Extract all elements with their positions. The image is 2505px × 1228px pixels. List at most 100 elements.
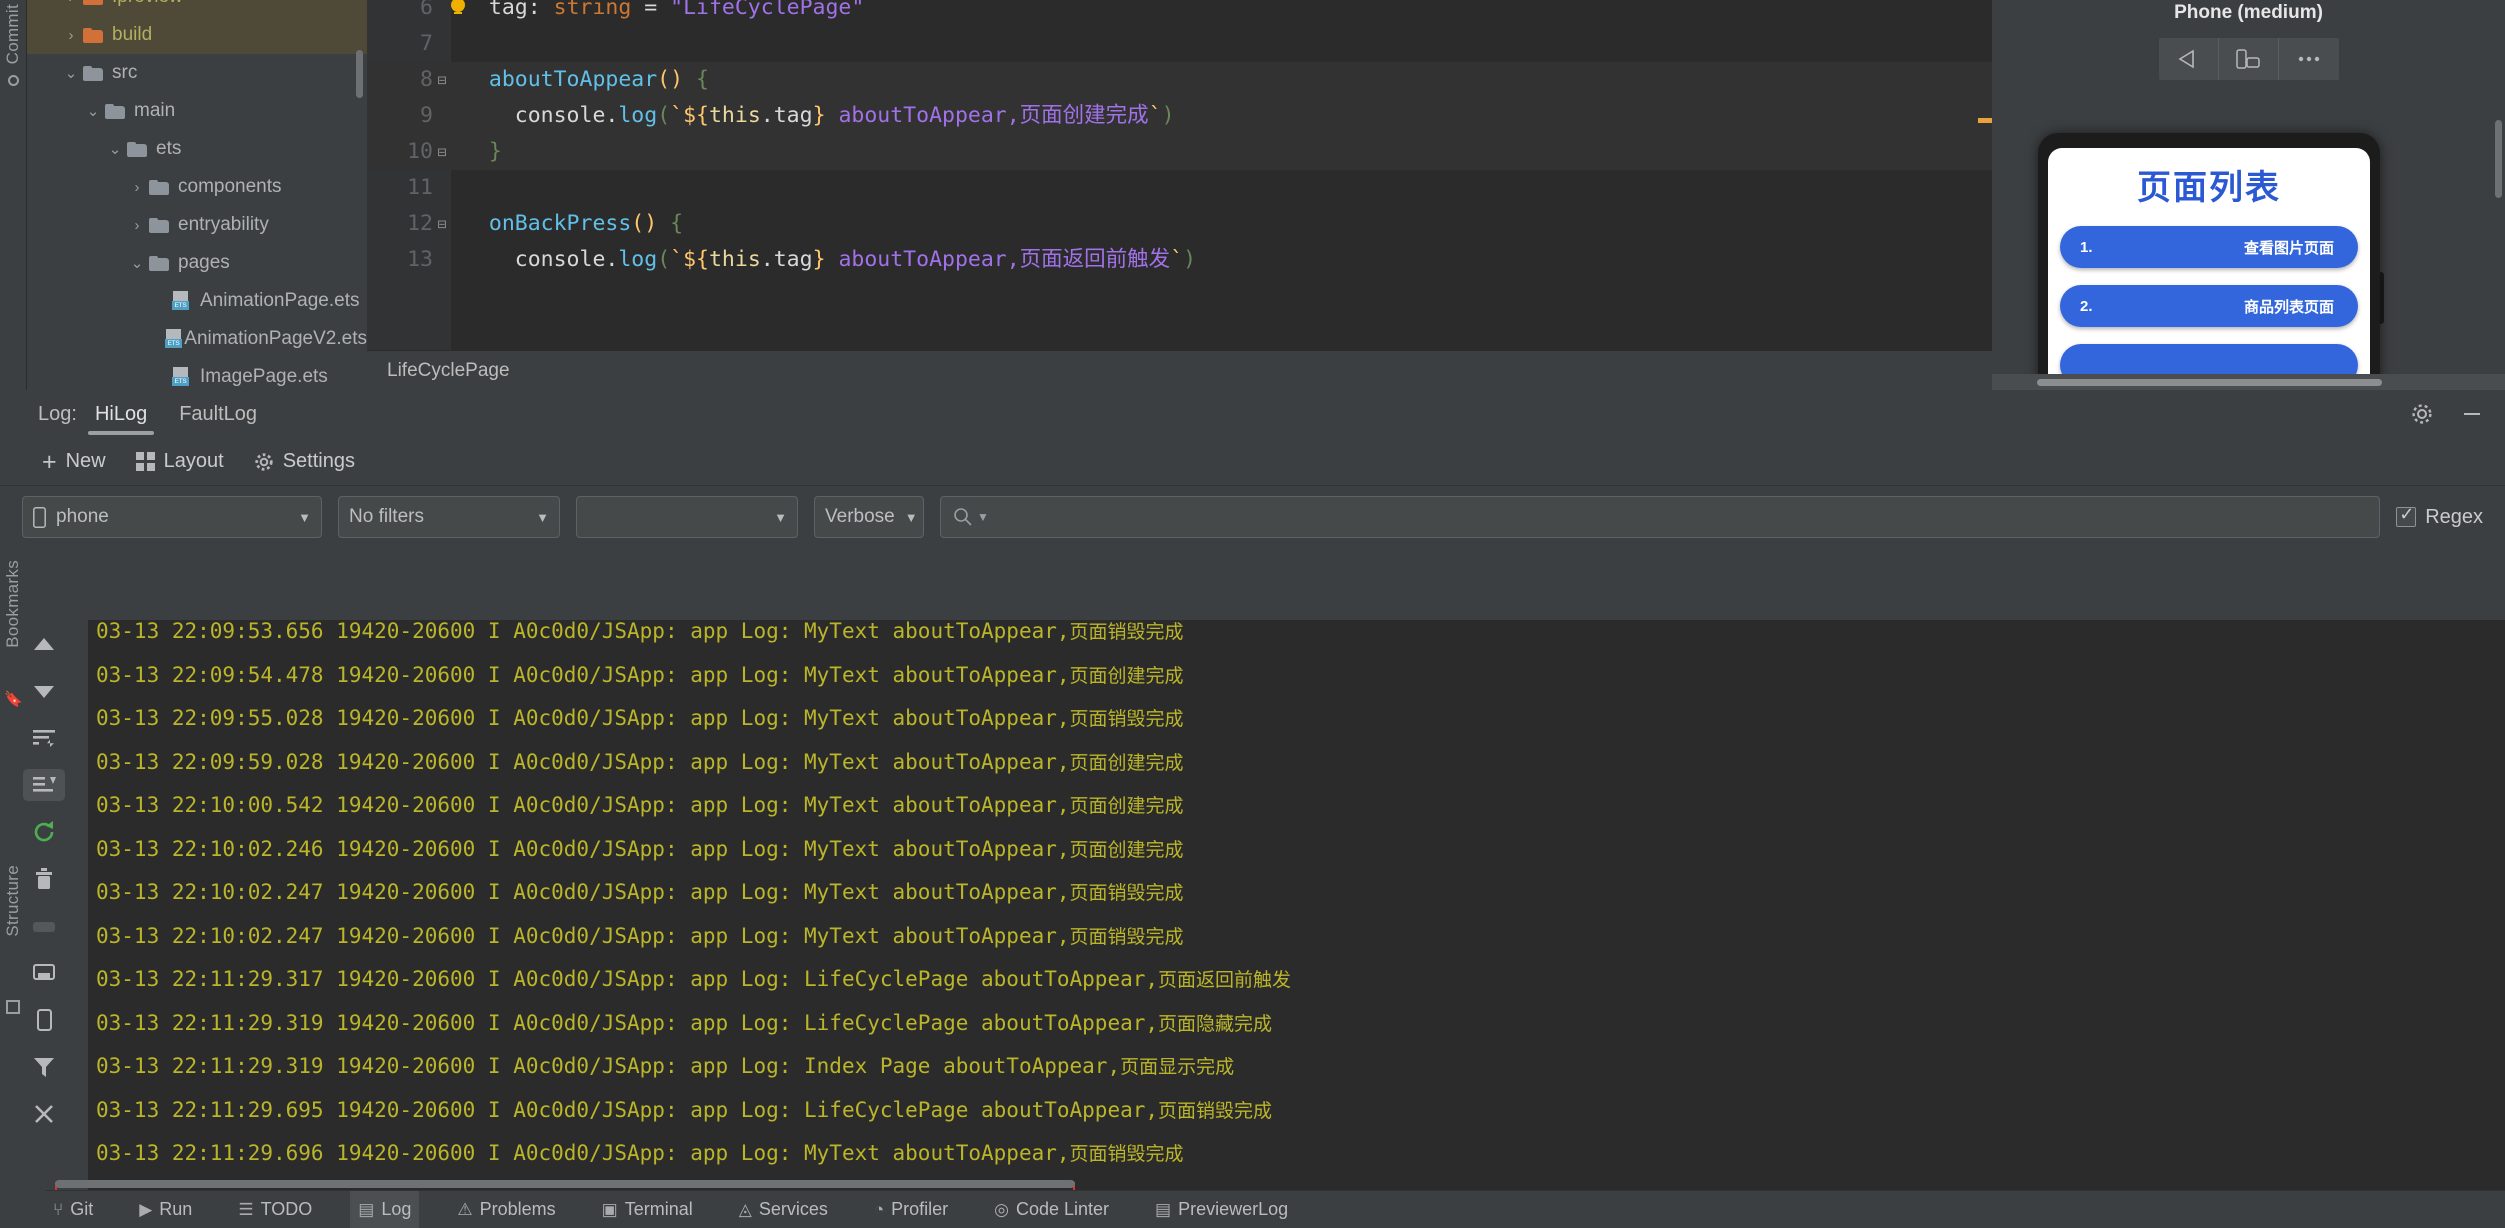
code-line[interactable]: 8⊟ aboutToAppear() { xyxy=(367,62,1992,98)
minimize-icon[interactable] xyxy=(2461,403,2483,425)
status-item-run[interactable]: ▶Run xyxy=(131,1191,200,1228)
regex-checkbox[interactable]: Regex xyxy=(2396,506,2483,529)
log-line[interactable]: 03-13 22:10:02.246 19420-20600 I A0c0d0/… xyxy=(88,828,2505,872)
log-line[interactable]: 03-13 22:11:29.319 19420-20600 I A0c0d0/… xyxy=(88,1002,2505,1046)
tab-faultlog[interactable]: FaultLog xyxy=(179,390,257,438)
log-line[interactable]: 03-13 22:11:29.695 19420-20600 I A0c0d0/… xyxy=(88,1089,2505,1133)
structure-tool-label[interactable]: Structure xyxy=(3,865,23,937)
tree-item[interactable]: ETS AnimationPageV2.ets xyxy=(27,320,367,358)
log-line[interactable]: 03-13 22:09:55.028 19420-20600 I A0c0d0/… xyxy=(88,697,2505,741)
tree-item[interactable]: ⌄src xyxy=(27,54,367,92)
log-line[interactable]: 03-13 22:09:53.656 19420-20600 I A0c0d0/… xyxy=(88,610,2505,654)
tree-item[interactable]: ›components xyxy=(27,168,367,206)
rotate-device-icon[interactable] xyxy=(2219,38,2279,80)
chevron-down-icon[interactable]: ⌄ xyxy=(85,102,101,120)
status-item-git[interactable]: ⑂Git xyxy=(45,1191,101,1228)
chevron-right-icon[interactable]: › xyxy=(63,0,79,6)
filter-icon[interactable] xyxy=(23,1051,65,1083)
bookmarks-tool-label[interactable]: Bookmarks xyxy=(3,560,23,648)
fold-toggle-icon[interactable]: ⊟ xyxy=(434,134,450,170)
camera-icon[interactable] xyxy=(23,910,65,942)
log-line[interactable]: 03-13 22:10:02.247 19420-20600 I A0c0d0/… xyxy=(88,871,2505,915)
log-search-input[interactable]: ▼ xyxy=(940,496,2380,538)
code-line[interactable]: 6 tag: string = "LifeCyclePage" xyxy=(367,0,1992,26)
tree-item-label: AnimationPageV2.ets xyxy=(184,328,367,350)
layout-button[interactable]: Layout xyxy=(126,447,234,476)
chevron-down-icon[interactable]: ⌄ xyxy=(129,254,145,272)
code-line[interactable]: 13 console.log(`${this.tag} aboutToAppea… xyxy=(367,242,1992,278)
log-line[interactable]: 03-13 22:11:29.696 19420-20600 I A0c0d0/… xyxy=(88,1176,2505,1177)
chevron-right-icon[interactable]: › xyxy=(63,27,79,44)
tree-item[interactable]: ⌄ets xyxy=(27,130,367,168)
status-item-todo[interactable]: ☰TODO xyxy=(230,1191,320,1228)
tree-item[interactable]: ›.preview xyxy=(27,0,367,16)
ets-file-icon: ETS xyxy=(164,329,175,349)
commit-tool-label[interactable]: Commit xyxy=(3,4,23,64)
log-hscrollbar[interactable] xyxy=(55,1180,1075,1188)
status-item-code-linter[interactable]: ◎Code Linter xyxy=(986,1191,1117,1228)
level-select[interactable]: Verbose ▼ xyxy=(814,496,924,538)
code-lines[interactable]: 6 tag: string = "LifeCyclePage"78⊟ about… xyxy=(367,0,1992,340)
code-line[interactable]: 11 xyxy=(367,170,1992,206)
scroll-up-icon[interactable] xyxy=(23,628,65,660)
tree-scrollbar[interactable] xyxy=(356,50,363,98)
code-line[interactable]: 7 xyxy=(367,26,1992,62)
filter-select[interactable]: No filters ▼ xyxy=(338,496,560,538)
log-output-area[interactable]: 03-13 22:09:53.656 19420-20600 I A0c0d0/… xyxy=(0,620,2505,1190)
fold-toggle-icon[interactable]: ⊟ xyxy=(434,62,450,98)
code-editor[interactable]: 6 tag: string = "LifeCyclePage"78⊟ about… xyxy=(367,0,1992,390)
tree-item[interactable]: ETSImagePage.ets xyxy=(27,358,367,390)
scroll-down-icon[interactable] xyxy=(23,675,65,707)
tree-item[interactable]: ETSAnimationPage.ets xyxy=(27,282,367,320)
previewer-scrollbar[interactable] xyxy=(2495,120,2502,198)
log-line-list[interactable]: 03-13 22:09:53.656 19420-20600 I A0c0d0/… xyxy=(88,606,2505,1176)
log-line[interactable]: 03-13 22:11:29.696 19420-20600 I A0c0d0/… xyxy=(88,1132,2505,1176)
project-tree[interactable]: ›.preview›build⌄src⌄main⌄ets›components›… xyxy=(27,0,367,390)
log-line[interactable]: 03-13 22:09:59.028 19420-20600 I A0c0d0/… xyxy=(88,741,2505,785)
scroll-to-end-icon[interactable] xyxy=(23,769,65,801)
code-line[interactable]: 9 console.log(`${this.tag} aboutToAppear… xyxy=(367,98,1992,134)
tree-item[interactable]: ⌄main xyxy=(27,92,367,130)
previewer-hscrollbar[interactable] xyxy=(2037,379,2382,386)
trash-icon[interactable] xyxy=(23,863,65,895)
process-select[interactable]: ▼ xyxy=(576,496,798,538)
tree-item[interactable]: ⌄pages xyxy=(27,244,367,282)
chevron-down-icon[interactable]: ⌄ xyxy=(107,140,123,158)
fold-toggle-icon[interactable]: ⊟ xyxy=(434,206,450,242)
log-line[interactable]: 03-13 22:10:00.542 19420-20600 I A0c0d0/… xyxy=(88,784,2505,828)
tree-item[interactable]: ›build xyxy=(27,16,367,54)
device-icon[interactable] xyxy=(23,1004,65,1036)
log-line[interactable]: 03-13 22:11:29.317 19420-20600 I A0c0d0/… xyxy=(88,958,2505,1002)
soft-wrap-icon[interactable] xyxy=(23,722,65,754)
restart-icon[interactable] xyxy=(23,816,65,848)
log-line[interactable]: 03-13 22:09:54.478 19420-20600 I A0c0d0/… xyxy=(88,654,2505,698)
device-select[interactable]: phone ▼ xyxy=(22,496,322,538)
status-item-log[interactable]: ▤Log xyxy=(350,1191,419,1228)
new-button[interactable]: + New xyxy=(32,447,116,476)
preview-list-item[interactable]: 2. 商品列表页面 xyxy=(2060,285,2358,327)
status-item-problems[interactable]: ⚠Problems xyxy=(449,1191,563,1228)
chevron-down-icon[interactable]: ⌄ xyxy=(63,64,79,82)
breadcrumb[interactable]: LifeCyclePage xyxy=(367,350,1992,390)
log-line[interactable]: 03-13 22:10:02.247 19420-20600 I A0c0d0/… xyxy=(88,915,2505,959)
tree-item[interactable]: ›entryability xyxy=(27,206,367,244)
preview-list-item[interactable]: 1. 查看图片页面 xyxy=(2060,226,2358,268)
settings-button[interactable]: Settings xyxy=(244,447,365,476)
status-item-terminal[interactable]: ▣Terminal xyxy=(594,1191,701,1228)
status-item-services[interactable]: ◬Services xyxy=(731,1191,836,1228)
log-line-text: 03-13 22:09:59.028 19420-20600 I A0c0d0/… xyxy=(96,750,1070,774)
log-line-text: 03-13 22:11:29.319 19420-20600 I A0c0d0/… xyxy=(96,1011,1158,1035)
code-line[interactable]: 10⊟ } xyxy=(367,134,1992,170)
chevron-right-icon[interactable]: › xyxy=(129,179,145,196)
status-item-profiler[interactable]: ◔Profiler xyxy=(866,1191,956,1228)
chevron-right-icon[interactable]: › xyxy=(129,217,145,234)
log-line[interactable]: 03-13 22:11:29.319 19420-20600 I A0c0d0/… xyxy=(88,1045,2505,1089)
back-triangle-icon[interactable] xyxy=(2159,38,2219,80)
close-icon[interactable] xyxy=(23,1098,65,1130)
more-dots-icon[interactable] xyxy=(2279,38,2338,80)
status-item-previewerlog[interactable]: ▤PreviewerLog xyxy=(1147,1191,1296,1228)
save-icon[interactable] xyxy=(23,957,65,989)
code-line[interactable]: 12⊟ onBackPress() { xyxy=(367,206,1992,242)
tab-hilog[interactable]: HiLog xyxy=(95,390,147,438)
gear-icon[interactable] xyxy=(2411,403,2433,425)
